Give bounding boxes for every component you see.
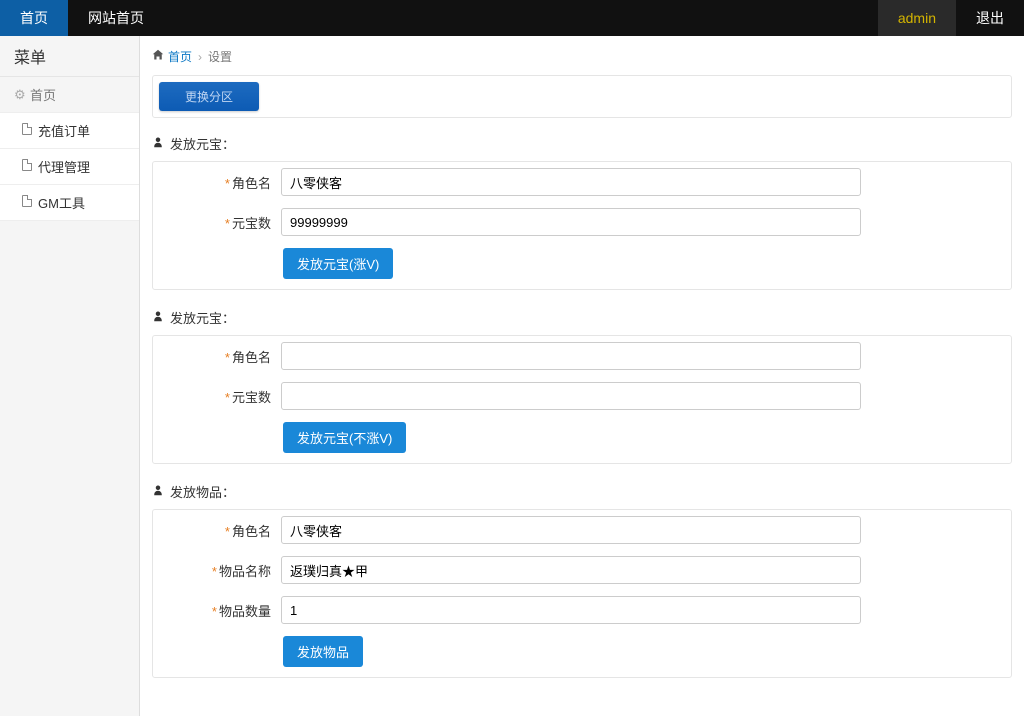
section-title: 发放物品： bbox=[170, 482, 235, 501]
nav-site-home[interactable]: 网站首页 bbox=[68, 0, 164, 36]
sidebar-item-label: 充值订单 bbox=[38, 121, 90, 140]
breadcrumb-home[interactable]: 首页 bbox=[168, 48, 192, 65]
breadcrumb-current: 设置 bbox=[208, 48, 232, 65]
form-label: *角色名 bbox=[161, 521, 281, 540]
form-label: *角色名 bbox=[161, 347, 281, 366]
file-icon bbox=[22, 159, 32, 174]
sidebar-item-recharge[interactable]: 充值订单 bbox=[0, 113, 139, 149]
form-label: *物品数量 bbox=[161, 601, 281, 620]
user-icon bbox=[152, 310, 164, 325]
form-panel-yuanbao-nov: *角色名 *元宝数 发放元宝(不涨V) bbox=[152, 335, 1012, 464]
sidebar-title: 菜单 bbox=[0, 36, 139, 77]
sidebar-item-agent[interactable]: 代理管理 bbox=[0, 149, 139, 185]
send-yuanbao-nov-button[interactable]: 发放元宝(不涨V) bbox=[283, 422, 406, 453]
section-header: 发放物品： bbox=[152, 482, 1012, 501]
nav-admin[interactable]: admin bbox=[878, 0, 956, 36]
home-icon bbox=[152, 49, 164, 64]
sidebar: 菜单 ⚙ 首页 充值订单 代理管理 GM工具 bbox=[0, 36, 140, 716]
gear-icon: ⚙ bbox=[14, 87, 24, 103]
role-name-input[interactable] bbox=[281, 516, 861, 544]
nav-home[interactable]: 首页 bbox=[0, 0, 68, 36]
sidebar-item-home[interactable]: ⚙ 首页 bbox=[0, 77, 139, 113]
user-icon bbox=[152, 136, 164, 151]
section-title: 发放元宝： bbox=[170, 134, 235, 153]
sidebar-item-label: 首页 bbox=[30, 85, 56, 104]
top-navbar: 首页 网站首页 admin 退出 bbox=[0, 0, 1024, 36]
sidebar-item-label: 代理管理 bbox=[38, 157, 90, 176]
file-icon bbox=[22, 123, 32, 138]
item-name-input[interactable] bbox=[281, 556, 861, 584]
form-panel-yuanbao-v: *角色名 *元宝数 发放元宝(涨V) bbox=[152, 161, 1012, 290]
section-header: 发放元宝： bbox=[152, 308, 1012, 327]
form-label: *元宝数 bbox=[161, 387, 281, 406]
send-yuanbao-v-button[interactable]: 发放元宝(涨V) bbox=[283, 248, 393, 279]
sidebar-item-label: GM工具 bbox=[38, 193, 85, 212]
role-name-input[interactable] bbox=[281, 168, 861, 196]
change-area-button[interactable]: 更换分区 bbox=[159, 82, 259, 111]
nav-logout[interactable]: 退出 bbox=[956, 0, 1024, 36]
file-icon bbox=[22, 195, 32, 210]
breadcrumb: 首页 › 设置 bbox=[152, 44, 1012, 75]
breadcrumb-separator: › bbox=[198, 50, 202, 64]
yuanbao-count-input[interactable] bbox=[281, 208, 861, 236]
section-header: 发放元宝： bbox=[152, 134, 1012, 153]
main-content: 首页 › 设置 更换分区 发放元宝： *角色名 *元宝数 发放元宝(涨V) bbox=[140, 36, 1024, 716]
form-label: *角色名 bbox=[161, 173, 281, 192]
form-panel-item: *角色名 *物品名称 *物品数量 发放物品 bbox=[152, 509, 1012, 678]
item-count-input[interactable] bbox=[281, 596, 861, 624]
form-label: *元宝数 bbox=[161, 213, 281, 232]
user-icon bbox=[152, 484, 164, 499]
form-label: *物品名称 bbox=[161, 561, 281, 580]
section-title: 发放元宝： bbox=[170, 308, 235, 327]
role-name-input[interactable] bbox=[281, 342, 861, 370]
sidebar-item-gm[interactable]: GM工具 bbox=[0, 185, 139, 221]
send-item-button[interactable]: 发放物品 bbox=[283, 636, 363, 667]
area-box: 更换分区 bbox=[152, 75, 1012, 118]
yuanbao-count-input[interactable] bbox=[281, 382, 861, 410]
